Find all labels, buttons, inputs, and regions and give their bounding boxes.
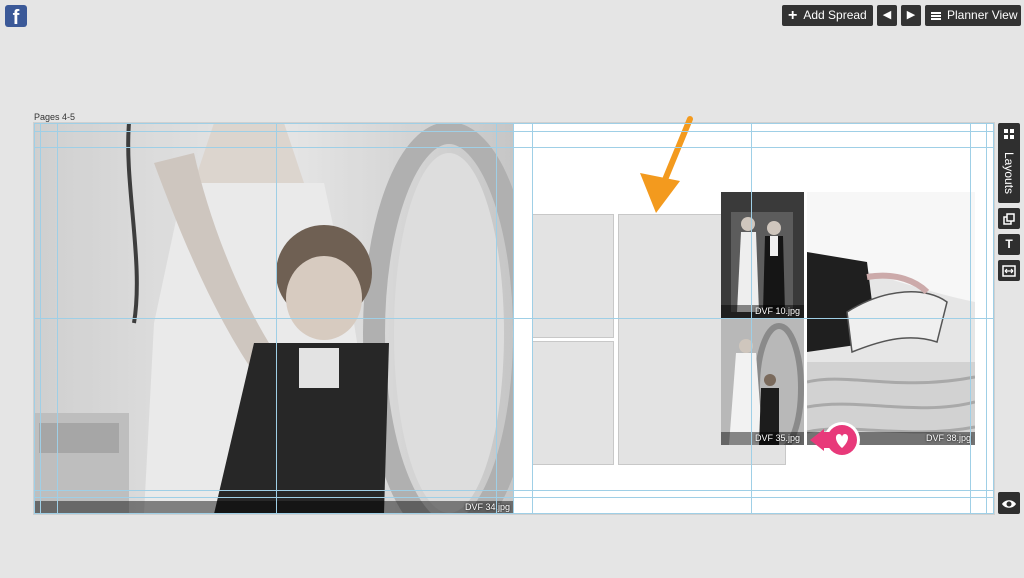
fit-spread-button[interactable] xyxy=(998,260,1020,281)
guide-line xyxy=(513,123,514,514)
photo-filename: DVF 10.jpg xyxy=(754,306,800,316)
photo-filename: DVF 38.jpg xyxy=(925,433,971,443)
list-grid-icon xyxy=(931,11,941,20)
text-icon: T xyxy=(1005,237,1013,251)
guide-line xyxy=(751,123,752,514)
add-spread-button[interactable]: + Add Spread xyxy=(782,5,873,26)
guide-line xyxy=(34,147,994,148)
guide-line xyxy=(970,123,971,514)
add-text-button[interactable]: T xyxy=(998,234,1020,255)
planner-view-button[interactable]: Planner View xyxy=(925,5,1021,26)
photo-dvf-10[interactable]: DVF 10.jpg xyxy=(721,192,804,318)
photo-bride-mirror-image xyxy=(721,318,804,445)
next-spread-button[interactable]: ▶ xyxy=(901,5,921,26)
arrange-photos-button[interactable] xyxy=(998,208,1020,229)
overlap-squares-icon xyxy=(1003,213,1015,225)
photo-filename: DVF 34.jpg xyxy=(464,502,510,512)
guide-line xyxy=(34,123,35,514)
plus-icon: + xyxy=(788,7,798,24)
guide-line xyxy=(34,497,994,498)
empty-photo-slot-2[interactable] xyxy=(532,341,614,465)
expand-horizontal-icon xyxy=(1002,265,1016,277)
add-spread-label: Add Spread xyxy=(803,8,867,22)
photo-couple-image xyxy=(721,192,804,318)
guide-line xyxy=(986,123,987,514)
guide-line xyxy=(34,490,994,491)
facebook-icon[interactable]: f xyxy=(5,5,27,27)
pages-label: Pages 4-5 xyxy=(34,112,76,122)
previous-spread-button[interactable]: ◀ xyxy=(877,5,897,26)
guide-line xyxy=(276,123,277,514)
arrow-right-icon: ▶ xyxy=(906,9,916,21)
photo-dvf-35[interactable]: DVF 35.jpg xyxy=(721,318,804,445)
guide-line xyxy=(993,123,994,514)
guide-line xyxy=(34,131,994,132)
photo-filename: DVF 35.jpg xyxy=(754,433,800,443)
eye-icon xyxy=(1002,500,1016,509)
layouts-tab[interactable]: Layouts xyxy=(998,123,1020,203)
layout-grid-icon xyxy=(1004,129,1014,139)
guide-line xyxy=(532,123,533,514)
planner-view-label: Planner View xyxy=(947,8,1018,22)
arrow-left-icon: ◀ xyxy=(882,9,892,21)
guide-line xyxy=(34,123,994,124)
preview-toggle-button[interactable] xyxy=(998,492,1020,514)
guide-line xyxy=(34,318,994,319)
favorite-heart-icon[interactable] xyxy=(810,421,864,459)
empty-photo-slot-1[interactable] xyxy=(532,214,614,338)
guide-line xyxy=(57,123,58,514)
guide-line xyxy=(40,123,41,514)
layouts-label: Layouts xyxy=(1002,151,1016,195)
guide-line xyxy=(34,513,994,514)
guide-line xyxy=(496,123,497,514)
